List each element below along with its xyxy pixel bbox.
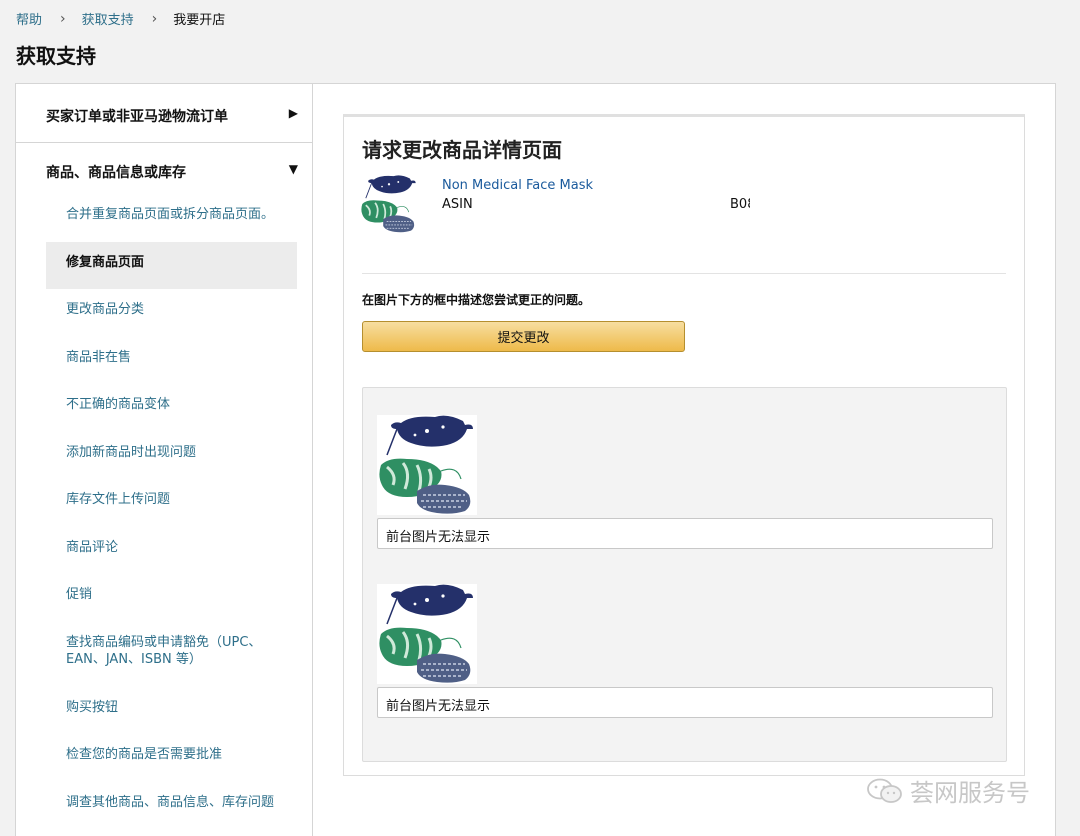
breadcrumb-get-support-link[interactable]: 获取支持 bbox=[82, 9, 134, 28]
section-divider bbox=[362, 273, 1006, 274]
asin-value: B08 bbox=[730, 197, 750, 212]
sidebar-item-fix-product-page[interactable]: 修复商品页面 bbox=[46, 241, 297, 289]
sidebar-item-label: 商品非在售 bbox=[66, 349, 132, 365]
instruction-text: 在图片下方的框中描述您尝试更正的问题。 bbox=[362, 293, 591, 307]
sidebar-item-product-id-exemption[interactable]: 查找商品编码或申请豁免（UPC、EAN、JAN、ISBN 等） bbox=[46, 622, 297, 687]
category-sidebar: 买家订单或非亚马逊物流订单 ▶ 商品、商品信息或库存 ▼ 合并重复商品页面或拆分… bbox=[16, 84, 313, 836]
sidebar-item-add-product-problem[interactable]: 添加新商品时出现问题 bbox=[46, 432, 297, 480]
sidebar-item-merge-split[interactable]: 合并重复商品页面或拆分商品页面。 bbox=[46, 194, 297, 242]
sidebar-item-promotions[interactable]: 促销 bbox=[46, 574, 297, 622]
support-panel: 买家订单或非亚马逊物流订单 ▶ 商品、商品信息或库存 ▼ 合并重复商品页面或拆分… bbox=[15, 83, 1056, 836]
sidebar-item-inventory-upload[interactable]: 库存文件上传问题 bbox=[46, 479, 297, 527]
sidebar-item-label: 购买按钮 bbox=[66, 699, 119, 715]
triangle-right-icon: ▶ bbox=[288, 106, 298, 120]
wechat-icon bbox=[867, 778, 902, 803]
image-issues-panel: 前台图片无法显示 前台图片无法显示 bbox=[362, 387, 1007, 762]
product-thumbnail bbox=[360, 175, 418, 233]
sidebar-item-label: 不正确的商品变体 bbox=[66, 397, 171, 412]
product-summary: Non Medical Face Mask ASIN B08 bbox=[360, 175, 1000, 235]
sidebar-item-label: 检查您的商品是否需要批准 bbox=[66, 747, 223, 762]
breadcrumb-separator: › bbox=[151, 10, 158, 27]
subcategory-list: 合并重复商品页面或拆分商品页面。 修复商品页面 更改商品分类 商品非在售 不正确… bbox=[46, 194, 297, 829]
sidebar-item-approval-check[interactable]: 检查您的商品是否需要批准 bbox=[46, 734, 297, 782]
sidebar-item-other-issues[interactable]: 调查其他商品、商品信息、库存问题 bbox=[46, 782, 297, 830]
sidebar-item-label: 合并重复商品页面或拆分商品页面。 bbox=[66, 207, 275, 222]
submit-changes-button[interactable]: 提交更改 bbox=[362, 321, 685, 352]
sidebar-item-label: 修复商品页面 bbox=[66, 254, 145, 270]
sidebar-item-label: 库存文件上传问题 bbox=[66, 492, 171, 507]
sidebar-item-label: 促销 bbox=[66, 587, 93, 602]
watermark: 荟网服务号 bbox=[866, 773, 1030, 808]
sidebar-item-label: 查找商品编码或申请豁免（UPC、EAN、JAN、ISBN 等） bbox=[66, 634, 262, 667]
image-issue-input[interactable]: 前台图片无法显示 bbox=[377, 687, 993, 718]
page-title: 获取支持 bbox=[16, 44, 96, 68]
product-image bbox=[377, 584, 477, 684]
sidebar-item-label: 调查其他商品、商品信息、库存问题 bbox=[66, 794, 275, 810]
sidebar-item-label: 更改商品分类 bbox=[66, 302, 145, 317]
category-products-listings-inventory[interactable]: 商品、商品信息或库存 ▼ bbox=[16, 162, 312, 186]
sidebar-item-buy-box[interactable]: 购买按钮 bbox=[46, 687, 297, 735]
triangle-down-icon: ▼ bbox=[288, 162, 298, 176]
sidebar-item-label: 添加新商品时出现问题 bbox=[66, 444, 197, 460]
product-name-link[interactable]: Non Medical Face Mask bbox=[442, 178, 593, 193]
asin-label: ASIN bbox=[442, 197, 473, 212]
sidebar-item-incorrect-variation[interactable]: 不正确的商品变体 bbox=[46, 384, 297, 432]
watermark-text: 荟网服务号 bbox=[910, 779, 1030, 807]
breadcrumb-help-link[interactable]: 帮助 bbox=[16, 9, 42, 28]
product-image bbox=[377, 415, 477, 515]
category-buyer-orders[interactable]: 买家订单或非亚马逊物流订单 ▶ bbox=[16, 106, 312, 142]
breadcrumb: 帮助 › 获取支持 › 我要开店 bbox=[16, 9, 226, 29]
request-form: 请求更改商品详情页面 Non Medical Face Mask ASIN B0… bbox=[343, 114, 1025, 776]
form-title: 请求更改商品详情页面 bbox=[362, 138, 562, 162]
breadcrumb-separator: › bbox=[60, 10, 66, 27]
sidebar-item-not-for-sale[interactable]: 商品非在售 bbox=[46, 337, 297, 385]
breadcrumb-current: 我要开店 bbox=[173, 13, 226, 28]
category-label: 买家订单或非亚马逊物流订单 bbox=[46, 109, 228, 125]
sidebar-item-reviews[interactable]: 商品评论 bbox=[46, 527, 297, 575]
sidebar-item-label: 商品评论 bbox=[66, 539, 119, 555]
category-label: 商品、商品信息或库存 bbox=[46, 165, 186, 181]
sidebar-divider bbox=[16, 142, 312, 143]
image-issue-input[interactable]: 前台图片无法显示 bbox=[377, 518, 993, 549]
sidebar-item-change-category[interactable]: 更改商品分类 bbox=[46, 289, 297, 337]
